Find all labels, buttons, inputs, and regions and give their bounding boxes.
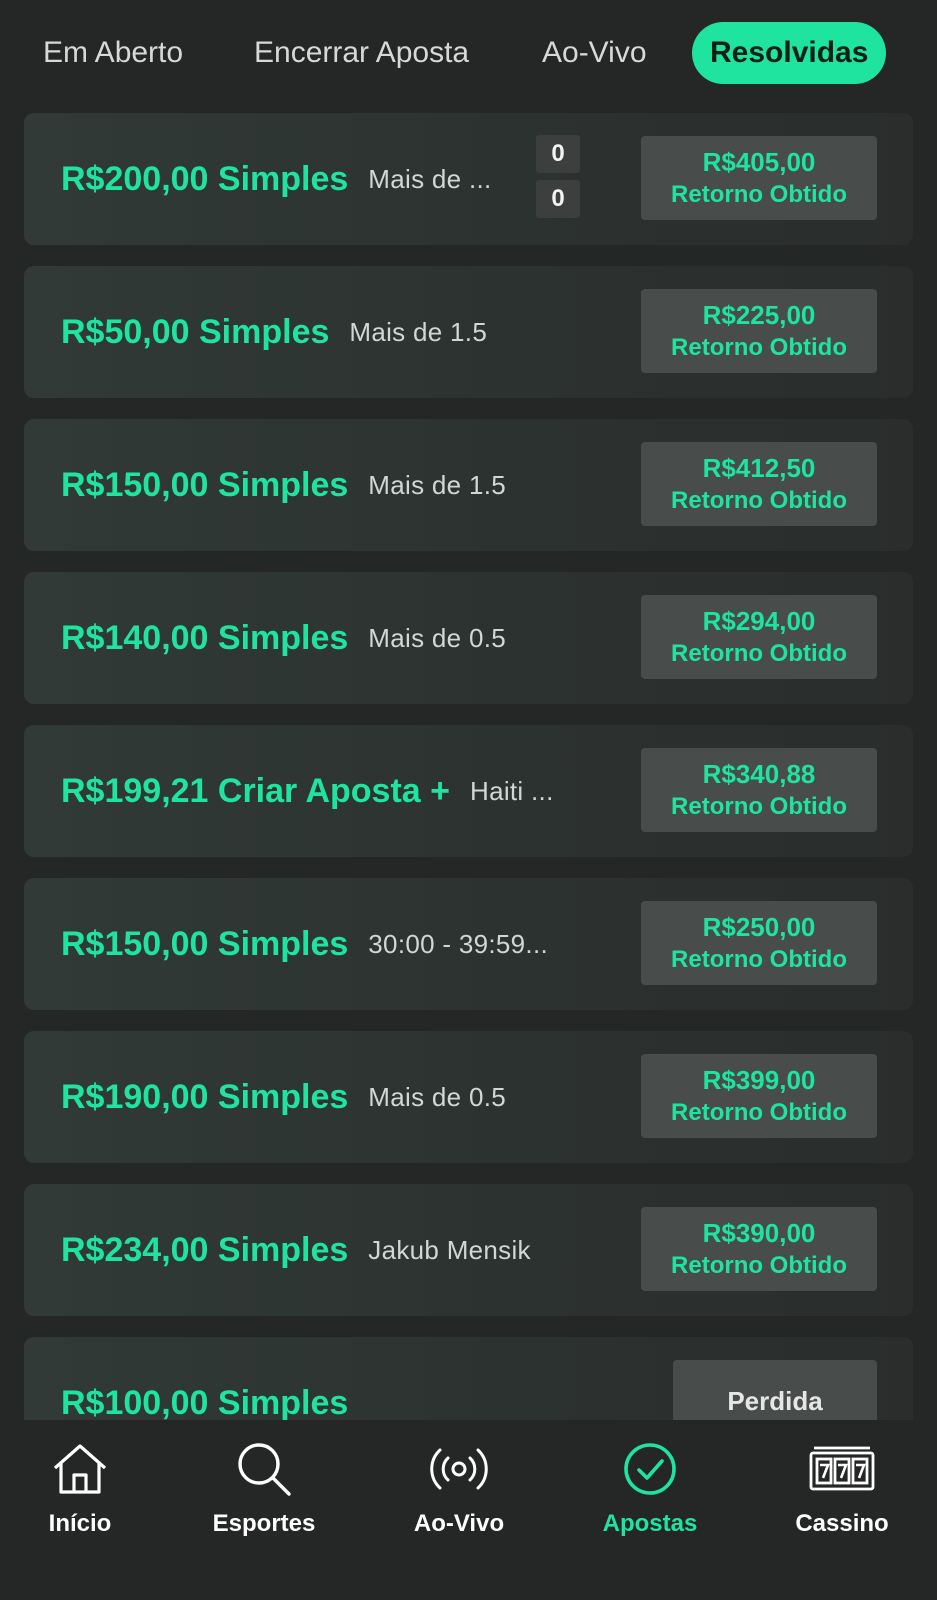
bet-card[interactable]: R$150,00 Simples 30:00 - 39:59... R$250,… <box>24 878 913 1010</box>
bet-stake-text: R$234,00 Simples <box>61 1230 349 1269</box>
return-amount: R$225,00 <box>702 300 816 330</box>
return-box: R$294,00 Retorno Obtido <box>641 595 877 679</box>
nav-esportes[interactable]: Esportes <box>194 1438 334 1558</box>
bet-stake-text: R$190,00 Simples <box>61 1077 349 1116</box>
nav-inicio[interactable]: Início <box>10 1438 150 1558</box>
bet-stake-text: R$140,00 Simples <box>61 618 349 657</box>
nav-apostas[interactable]: Apostas <box>580 1438 720 1558</box>
return-label: Retorno Obtido <box>671 181 847 208</box>
check-circle-icon <box>615 1438 685 1500</box>
bet-stake: R$190,00 Simples Mais de 0.5 <box>61 1031 506 1163</box>
home-icon <box>45 1438 115 1500</box>
bet-selection: Jakub Mensik <box>368 1234 531 1265</box>
return-box: R$250,00 Retorno Obtido <box>641 901 877 985</box>
bet-card[interactable]: R$140,00 Simples Mais de 0.5 R$294,00 Re… <box>24 572 913 704</box>
nav-ao-vivo[interactable]: Ao-Vivo <box>389 1438 529 1558</box>
return-label: Retorno Obtido <box>671 1252 847 1279</box>
bet-selection: Mais de 0.5 <box>368 622 507 653</box>
return-label: Retorno Obtido <box>671 793 847 820</box>
bet-stake: R$140,00 Simples Mais de 0.5 <box>61 572 506 704</box>
nav-label: Esportes <box>212 1510 316 1537</box>
bet-selection: Haiti ... <box>470 775 554 806</box>
return-amount: R$250,00 <box>702 912 816 942</box>
return-box: R$225,00 Retorno Obtido <box>641 289 877 373</box>
tab-ao-vivo[interactable]: Ao-Vivo <box>542 22 647 84</box>
return-amount: R$399,00 <box>702 1065 816 1095</box>
score-away: 0 <box>536 180 580 218</box>
result-box: Perdida <box>673 1360 877 1420</box>
return-label: Retorno Obtido <box>671 334 847 361</box>
bet-stake-text: R$50,00 Simples <box>61 312 330 351</box>
bottom-nav: Início Esportes Ao-Vivo Apostas Cassino <box>0 1420 937 1600</box>
return-box: R$412,50 Retorno Obtido <box>641 442 877 526</box>
return-amount: R$340,88 <box>702 759 816 789</box>
bet-card[interactable]: R$50,00 Simples Mais de 1.5 R$225,00 Ret… <box>24 266 913 398</box>
return-box: R$340,88 Retorno Obtido <box>641 748 877 832</box>
slot-machine-icon <box>807 1438 877 1500</box>
bet-card[interactable]: R$199,21 Criar Aposta + Haiti ... R$340,… <box>24 725 913 857</box>
nav-cassino[interactable]: Cassino <box>772 1438 912 1558</box>
bet-stake-text: R$200,00 Simples <box>61 159 349 198</box>
tab-encerrar-aposta[interactable]: Encerrar Aposta <box>254 22 469 84</box>
return-amount: R$294,00 <box>702 606 816 636</box>
settled-bets-list[interactable]: R$200,00 Simples Mais de ... 0 0 R$405,0… <box>24 113 913 1420</box>
bet-stake-text: R$199,21 Criar Aposta + <box>61 771 450 810</box>
bet-card[interactable]: R$150,00 Simples Mais de 1.5 R$412,50 Re… <box>24 419 913 551</box>
bet-stake-text: R$150,00 Simples <box>61 465 349 504</box>
nav-label: Cassino <box>795 1510 889 1537</box>
result-label: Perdida <box>727 1386 823 1416</box>
tab-em-aberto[interactable]: Em Aberto <box>43 22 183 84</box>
bet-stake: R$150,00 Simples 30:00 - 39:59... <box>61 878 548 1010</box>
bet-stake: R$200,00 Simples Mais de ... <box>61 113 492 245</box>
nav-label: Apostas <box>602 1510 698 1537</box>
bet-stake: R$100,00 Simples <box>61 1337 349 1421</box>
live-broadcast-icon <box>424 1438 494 1500</box>
return-label: Retorno Obtido <box>671 640 847 667</box>
bet-stake: R$150,00 Simples Mais de 1.5 <box>61 419 506 551</box>
return-amount: R$405,00 <box>702 147 816 177</box>
bet-selection: Mais de 1.5 <box>349 316 488 347</box>
return-label: Retorno Obtido <box>671 1099 847 1126</box>
return-box: R$405,00 Retorno Obtido <box>641 136 877 220</box>
return-box: R$399,00 Retorno Obtido <box>641 1054 877 1138</box>
bet-card[interactable]: R$234,00 Simples Jakub Mensik R$390,00 R… <box>24 1184 913 1316</box>
bet-selection: 30:00 - 39:59... <box>368 928 548 959</box>
bet-stake: R$50,00 Simples Mais de 1.5 <box>61 266 487 398</box>
return-amount: R$390,00 <box>702 1218 816 1248</box>
bet-stake-text: R$100,00 Simples <box>61 1383 349 1421</box>
score-home: 0 <box>536 135 580 173</box>
bet-status-tabs: Em Aberto Encerrar Aposta Ao-Vivo Resolv… <box>0 0 937 104</box>
bet-selection: Mais de ... <box>368 163 492 194</box>
bet-stake: R$199,21 Criar Aposta + Haiti ... <box>61 725 554 857</box>
search-icon <box>229 1438 299 1500</box>
bet-selection: Mais de 0.5 <box>368 1081 507 1112</box>
bet-card[interactable]: R$100,00 Simples Perdida <box>24 1337 913 1420</box>
return-label: Retorno Obtido <box>671 946 847 973</box>
bet-stake: R$234,00 Simples Jakub Mensik <box>61 1184 531 1316</box>
return-box: R$390,00 Retorno Obtido <box>641 1207 877 1291</box>
bet-selection: Mais de 1.5 <box>368 469 507 500</box>
nav-label: Início <box>48 1510 112 1537</box>
return-label: Retorno Obtido <box>671 487 847 514</box>
return-amount: R$412,50 <box>702 453 816 483</box>
nav-label: Ao-Vivo <box>413 1510 505 1537</box>
bet-card[interactable]: R$190,00 Simples Mais de 0.5 R$399,00 Re… <box>24 1031 913 1163</box>
bets-page: Em Aberto Encerrar Aposta Ao-Vivo Resolv… <box>0 0 937 1600</box>
bet-card[interactable]: R$200,00 Simples Mais de ... 0 0 R$405,0… <box>24 113 913 245</box>
tab-resolvidas[interactable]: Resolvidas <box>692 22 887 84</box>
bet-stake-text: R$150,00 Simples <box>61 924 349 963</box>
